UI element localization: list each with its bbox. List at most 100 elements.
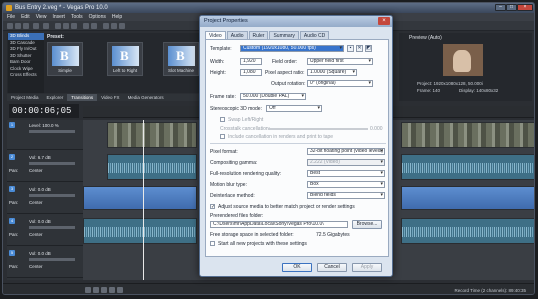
- track-header[interactable]: 4 Vol: 0.0 dB Pan: Center: [7, 216, 83, 246]
- menu-insert[interactable]: Insert: [52, 14, 65, 20]
- open-icon[interactable]: [15, 23, 21, 29]
- audio-clip[interactable]: [83, 218, 197, 244]
- menu-help[interactable]: Help: [112, 14, 122, 20]
- menu-edit[interactable]: Edit: [21, 14, 30, 20]
- track-volume-slider[interactable]: [29, 194, 75, 197]
- track-header[interactable]: 1 Level: 100.0 %: [7, 120, 83, 150]
- tab-ruler[interactable]: Ruler: [248, 31, 269, 39]
- motion-blur-label: Motion blur type:: [210, 182, 247, 188]
- frame-rate-label: Frame rate:: [210, 94, 236, 100]
- motion-blur-select[interactable]: Box: [307, 181, 385, 188]
- track-header[interactable]: 3 Vol: 0.0 dB Pan: Center: [7, 184, 83, 214]
- zoom-tool-icon[interactable]: [119, 23, 125, 29]
- audio-clip[interactable]: [83, 186, 197, 210]
- pixel-aspect-select[interactable]: 1.0000 (Square): [307, 69, 357, 76]
- video-clip[interactable]: [107, 122, 197, 148]
- tab-audio[interactable]: Audio: [226, 31, 248, 39]
- field-order-label: Field order:: [272, 59, 298, 65]
- compositing-gamma-select[interactable]: 2.222 (Video): [307, 159, 385, 166]
- cut-icon[interactable]: [55, 23, 61, 29]
- track-volume-slider[interactable]: [29, 258, 75, 261]
- tab-audio-cd[interactable]: Audio CD: [299, 31, 330, 39]
- copy-icon[interactable]: [63, 23, 69, 29]
- swap-left-right-checkbox[interactable]: [220, 117, 225, 122]
- audio-clip[interactable]: [401, 186, 534, 210]
- crosstalk-label: Crosstalk cancellation:: [220, 126, 271, 132]
- stop-icon[interactable]: [117, 287, 123, 293]
- minimize-button[interactable]: –: [495, 4, 506, 11]
- tab-explorer[interactable]: Explorer: [43, 94, 68, 101]
- playhead-cursor[interactable]: [143, 120, 144, 280]
- tab-project-media[interactable]: Project Media: [7, 94, 43, 101]
- play-icon[interactable]: [101, 287, 107, 293]
- template-select[interactable]: Custom (1920x1080, 50.000 fps): [240, 45, 344, 52]
- normal-edit-tool-icon[interactable]: [103, 23, 109, 29]
- menu-tools[interactable]: Tools: [71, 14, 83, 20]
- video-clip[interactable]: [401, 122, 534, 148]
- properties-icon[interactable]: [43, 23, 49, 29]
- cancel-button[interactable]: Cancel: [317, 263, 347, 272]
- pixel-format-select[interactable]: 32-bit floating point (video levels): [307, 148, 385, 155]
- track-volume: Vol: 0.0 dB: [29, 251, 51, 256]
- include-cancellation-label: Include cancellation in renders and prin…: [228, 134, 334, 140]
- preset-thumbnail[interactable]: B Simple: [47, 42, 83, 76]
- new-project-icon[interactable]: [7, 23, 13, 29]
- audio-clip[interactable]: [107, 154, 197, 180]
- apply-button[interactable]: Apply: [352, 263, 382, 272]
- height-field[interactable]: 1,080: [240, 69, 262, 76]
- track-volume-slider[interactable]: [29, 162, 75, 165]
- envelope-tool-icon[interactable]: [111, 23, 117, 29]
- frame-rate-select[interactable]: 50.000 (Double PAL): [240, 93, 306, 100]
- render-icon[interactable]: [33, 23, 39, 29]
- delete-template-icon[interactable]: ✕: [356, 45, 363, 52]
- tab-video-fx[interactable]: Video FX: [97, 94, 123, 101]
- preview-display-info: Display: 140x80x32: [459, 88, 499, 93]
- field-order-select[interactable]: Upper field first: [307, 58, 373, 65]
- tab-summary[interactable]: Summary: [269, 31, 299, 39]
- crosstalk-slider[interactable]: [268, 128, 368, 130]
- close-window-button[interactable]: ×: [517, 4, 533, 11]
- save-template-icon[interactable]: ▪: [347, 45, 354, 52]
- track-header[interactable]: 2 Vol: 6.7 dB Pan: Center: [7, 152, 83, 182]
- rendering-quality-select[interactable]: Best: [307, 170, 385, 177]
- menu-file[interactable]: File: [7, 14, 15, 20]
- track-level-slider[interactable]: [29, 130, 75, 133]
- track-pan-label: Pan:: [9, 168, 19, 173]
- loop-icon[interactable]: [93, 287, 99, 293]
- transition-item[interactable]: Cross Effects: [8, 72, 44, 79]
- record-icon[interactable]: [85, 287, 91, 293]
- prerender-folder-field[interactable]: C:\Users\mr\AppData\Local\Sony\Vegas Pro…: [210, 221, 348, 228]
- stereo-3d-select[interactable]: Off: [266, 105, 322, 112]
- tab-transitions[interactable]: Transitions: [67, 94, 98, 101]
- save-icon[interactable]: [23, 23, 29, 29]
- output-rotation-select[interactable]: 0° (original): [307, 80, 373, 87]
- pause-icon[interactable]: [109, 287, 115, 293]
- undo-icon[interactable]: [83, 23, 89, 29]
- menu-options[interactable]: Options: [89, 14, 106, 20]
- adjust-source-media-checkbox[interactable]: ✓: [210, 204, 215, 210]
- browse-button[interactable]: Browse...: [352, 220, 382, 229]
- paste-icon[interactable]: [71, 23, 77, 29]
- deinterlace-label: Deinterlace method:: [210, 193, 255, 199]
- preview-mode-label[interactable]: Preview (Auto): [409, 35, 442, 41]
- ok-button[interactable]: OK: [282, 263, 312, 272]
- menu-view[interactable]: View: [36, 14, 47, 20]
- audio-clip[interactable]: [401, 154, 534, 180]
- match-media-icon[interactable]: ◩: [365, 45, 372, 52]
- audio-clip[interactable]: [401, 218, 534, 244]
- tab-video[interactable]: Video: [205, 31, 226, 39]
- dialog-close-button[interactable]: ×: [378, 17, 390, 25]
- deinterlace-select[interactable]: Blend fields: [307, 192, 385, 199]
- track-volume: Vol: 6.7 dB: [29, 155, 51, 160]
- maximize-button[interactable]: □: [506, 4, 517, 11]
- track-header[interactable]: 5 Vol: 0.0 dB Pan: Center: [7, 248, 83, 278]
- redo-icon[interactable]: [91, 23, 97, 29]
- width-field[interactable]: 1,920: [240, 58, 262, 65]
- free-space-value: 72.5 Gigabytes: [316, 232, 350, 238]
- start-all-projects-checkbox[interactable]: [210, 241, 215, 246]
- track-volume-slider[interactable]: [29, 226, 75, 229]
- preset-thumbnail[interactable]: B Left to Right: [107, 42, 143, 76]
- preset-thumbnail[interactable]: B Slot Machine: [163, 42, 199, 76]
- include-cancellation-checkbox[interactable]: [220, 134, 225, 139]
- tab-media-generators[interactable]: Media Generators: [124, 94, 168, 101]
